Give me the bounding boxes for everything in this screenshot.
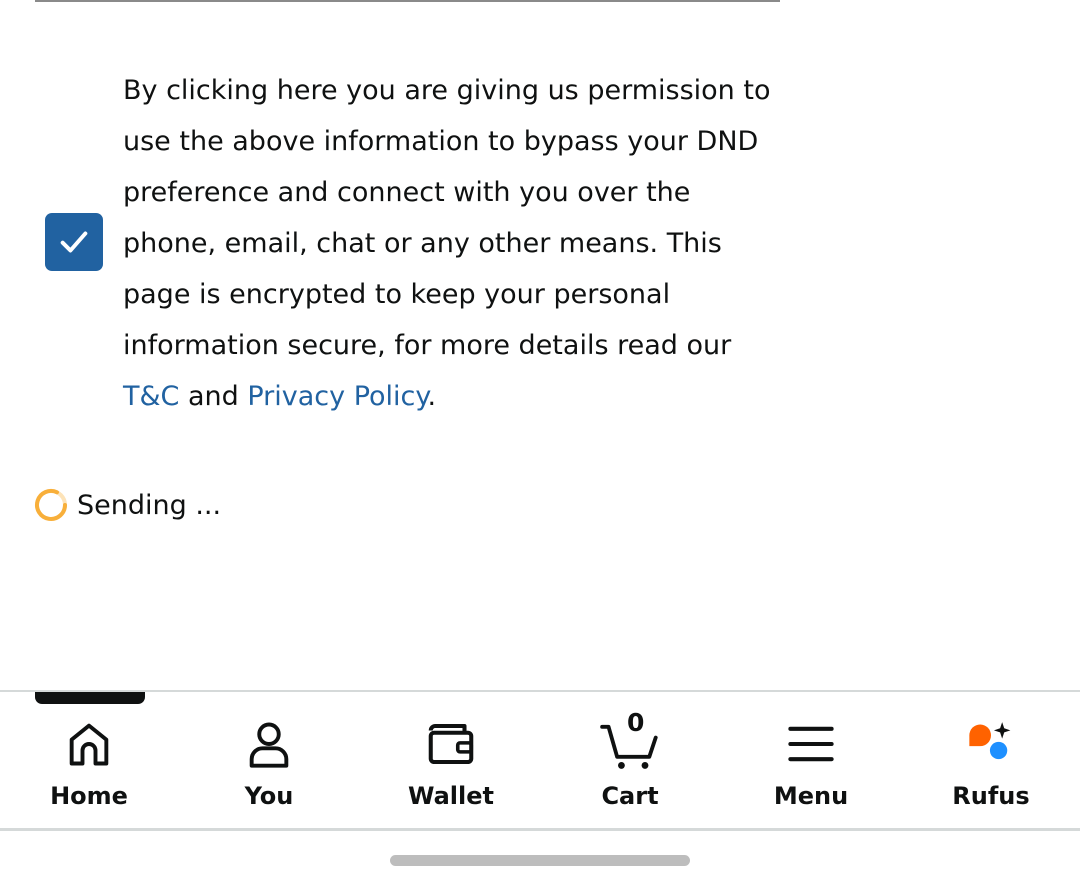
nav-cart[interactable]: 0 Cart bbox=[555, 708, 705, 814]
nav-cart-label: Cart bbox=[601, 782, 659, 810]
nav-you[interactable]: You bbox=[194, 714, 344, 814]
tc-link[interactable]: T&C bbox=[123, 381, 179, 412]
home-gesture-handle[interactable] bbox=[390, 855, 690, 866]
consent-body-text: By clicking here you are giving us permi… bbox=[123, 75, 771, 361]
rufus-icon bbox=[961, 714, 1021, 774]
cart-count-badge: 0 bbox=[627, 708, 645, 737]
consent-checkbox[interactable] bbox=[45, 213, 103, 271]
nav-home-label: Home bbox=[50, 782, 128, 810]
menu-icon bbox=[781, 714, 841, 774]
wallet-icon bbox=[421, 714, 481, 774]
nav-you-label: You bbox=[244, 782, 294, 810]
consent-text: By clicking here you are giving us permi… bbox=[123, 65, 773, 422]
user-icon bbox=[239, 714, 299, 774]
home-icon bbox=[59, 714, 119, 774]
top-divider bbox=[35, 0, 780, 2]
check-icon bbox=[60, 231, 88, 253]
nav-rufus-label: Rufus bbox=[952, 782, 1030, 810]
active-tab-indicator bbox=[35, 692, 145, 704]
nav-rufus[interactable]: Rufus bbox=[916, 714, 1066, 814]
nav-menu-label: Menu bbox=[773, 782, 849, 810]
cart-icon: 0 bbox=[600, 708, 660, 774]
period-text: . bbox=[427, 381, 437, 412]
nav-home[interactable]: Home bbox=[14, 714, 164, 814]
privacy-policy-link[interactable]: Privacy Policy bbox=[247, 381, 427, 412]
nav-wallet[interactable]: Wallet bbox=[376, 714, 526, 814]
spinner-icon bbox=[35, 488, 67, 521]
nav-wallet-label: Wallet bbox=[407, 782, 494, 810]
bottom-nav-bar: Home You Wallet 0 Cart Menu Rufus bbox=[0, 690, 1080, 831]
sending-text: Sending ... bbox=[77, 489, 222, 521]
nav-menu[interactable]: Menu bbox=[736, 714, 886, 814]
sending-status: Sending ... bbox=[33, 487, 221, 523]
and-text: and bbox=[179, 381, 248, 412]
